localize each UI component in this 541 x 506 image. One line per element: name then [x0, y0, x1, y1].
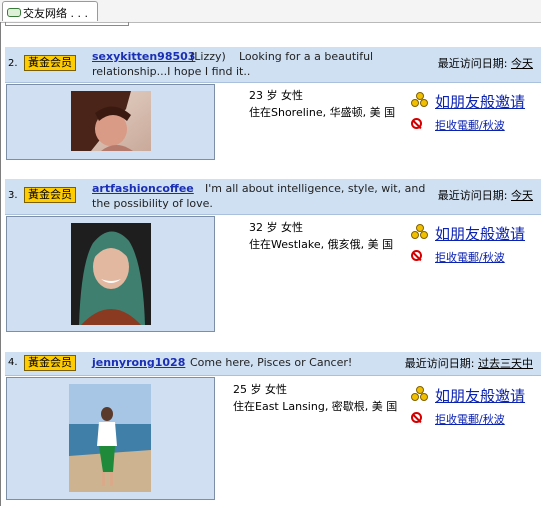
frame-border	[0, 22, 1, 506]
age-gender: 32 岁 女性	[249, 221, 303, 234]
age-gender: 23 岁 女性	[249, 89, 303, 102]
photo-frame	[6, 377, 215, 500]
username-link[interactable]: artfashioncoffee	[92, 182, 194, 195]
last-visit: 最近访问日期: 今天	[438, 55, 533, 71]
username-link[interactable]: jennyrong1028	[92, 356, 185, 369]
age-gender: 25 岁 女性	[233, 383, 287, 396]
profile-info: 25 岁 女性 住在East Lansing, 密歇根, 美 国	[233, 381, 397, 415]
headline-line1: Looking for a a beautiful	[239, 50, 374, 63]
last-visit: 最近访问日期: 过去三天中	[405, 355, 533, 371]
block-icon	[411, 118, 422, 129]
reject-email-link[interactable]: 拒收電郵/秋波	[435, 411, 505, 427]
coins-icon	[411, 386, 429, 402]
coins-icon	[411, 92, 429, 108]
invite-as-friend-link[interactable]: 如朋友般邀请	[435, 91, 525, 112]
headline: Come here, Pisces or Cancer!	[190, 356, 353, 369]
location: 住在Shoreline, 华盛顿, 美 国	[249, 106, 396, 119]
last-visit-label: 最近访问日期:	[404, 357, 475, 370]
last-visit: 最近访问日期: 今天	[438, 187, 533, 203]
profile-photo[interactable]	[69, 384, 151, 492]
profile-info: 32 岁 女性 住在Westlake, 俄亥俄, 美 国	[249, 219, 393, 253]
nickname: (Lizzy)	[190, 50, 226, 63]
profile-info: 23 岁 女性 住在Shoreline, 华盛顿, 美 国	[249, 87, 395, 121]
listing-index: 4.	[8, 357, 18, 368]
photo-frame	[6, 216, 215, 332]
block-icon	[411, 250, 422, 261]
last-visit-value[interactable]: 今天	[511, 57, 533, 70]
last-visit-value[interactable]: 今天	[511, 189, 533, 202]
tab-bar: 交友网络 . . .	[0, 0, 541, 23]
page-icon	[7, 8, 21, 17]
block-icon	[411, 412, 422, 423]
tab-label: 交友网络 . . .	[23, 7, 88, 20]
last-visit-label: 最近访问日期:	[437, 57, 508, 70]
listing-index: 2.	[8, 58, 18, 69]
invite-as-friend-link[interactable]: 如朋友般邀请	[435, 223, 525, 244]
last-visit-value[interactable]: 过去三天中	[478, 357, 533, 370]
username-link[interactable]: sexykitten98503	[92, 50, 195, 63]
tab-dating-network[interactable]: 交友网络 . . .	[2, 1, 98, 21]
listing-header: 3. 黃金会员 artfashioncoffee I'm all about i…	[5, 179, 541, 215]
gold-member-badge: 黃金会员	[24, 55, 76, 71]
coins-icon	[411, 224, 429, 240]
reject-email-link[interactable]: 拒收電郵/秋波	[435, 117, 505, 133]
profile-photo[interactable]	[71, 91, 151, 151]
headline-line2: the possibility of love.	[92, 197, 213, 210]
location: 住在Westlake, 俄亥俄, 美 国	[249, 238, 394, 251]
previous-listing-edge	[5, 22, 129, 26]
listing-header: 2. 黃金会员 sexykitten98503 (Lizzy) Looking …	[5, 47, 541, 83]
listing-index: 3.	[8, 190, 18, 201]
photo-frame	[6, 84, 215, 160]
headline: relationship...I hope I find it..	[92, 65, 251, 78]
location: 住在East Lansing, 密歇根, 美 国	[233, 400, 398, 413]
last-visit-label: 最近访问日期:	[437, 189, 508, 202]
gold-member-badge: 黃金会员	[24, 187, 76, 203]
invite-as-friend-link[interactable]: 如朋友般邀请	[435, 385, 525, 406]
reject-email-link[interactable]: 拒收電郵/秋波	[435, 249, 505, 265]
profile-photo[interactable]	[71, 223, 151, 325]
gold-member-badge: 黃金会员	[24, 355, 76, 371]
listing-header: 4. 黃金会员 jennyrong1028 Come here, Pisces …	[5, 352, 541, 376]
headline-line1: I'm all about intelligence, style, wit, …	[205, 182, 426, 195]
